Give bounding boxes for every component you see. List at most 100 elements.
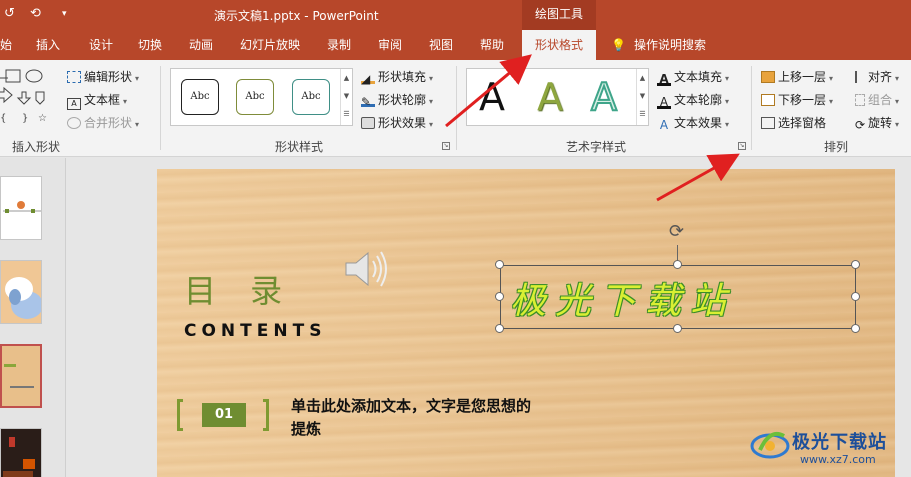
paint-bucket-icon: ◢ (361, 72, 375, 86)
title-bar: ↺ ⟲ ▾ 演示文稿1.pptx - PowerPoint 绘图工具 (0, 0, 911, 30)
tab-animations[interactable]: 动画 (189, 30, 213, 60)
text-effects-icon: A (659, 118, 669, 132)
slide-thumbnail-selected[interactable] (0, 344, 42, 408)
text-fill-button[interactable]: A 文本填充 ▾ (657, 68, 729, 86)
thumbnail-content (5, 277, 41, 319)
text-outline-button[interactable]: A 文本轮廓 ▾ (657, 91, 729, 109)
shape-fill-button[interactable]: ◢ 形状填充 ▾ (361, 68, 433, 86)
wordart-styles-group-label: 艺术字样式 (566, 140, 627, 154)
insert-shapes-group-label: 插入形状 (12, 140, 61, 154)
shape-effects-button[interactable]: 形状效果 ▾ (361, 114, 433, 131)
document-title: 演示文稿1.pptx - PowerPoint (214, 9, 379, 23)
align-button[interactable]: 对齐 ▾ (855, 68, 899, 85)
rotate-handle-icon[interactable]: ⟳ (669, 221, 684, 242)
tab-slideshow[interactable]: 幻灯片放映 (240, 30, 300, 60)
resize-handle[interactable] (495, 292, 504, 301)
resize-handle[interactable] (673, 324, 682, 333)
svg-text:{: { (0, 113, 6, 124)
svg-text:}: } (22, 113, 28, 124)
slide-thumbnail[interactable] (0, 428, 42, 477)
send-backward-button[interactable]: 下移一层 ▾ (761, 91, 833, 108)
wordart-styles-gallery[interactable]: A A A ▲ ▼ ☰ (466, 68, 649, 126)
gallery-scroll-icons[interactable]: ▲ ▼ ☰ (636, 69, 648, 125)
group-button[interactable]: 组合 ▾ (855, 91, 899, 108)
tell-me-label: 操作说明搜索 (633, 38, 706, 52)
wordart-style-sample[interactable]: A (590, 74, 618, 120)
tab-record[interactable]: 录制 (327, 30, 351, 60)
shape-styles-gallery[interactable]: Abc Abc Abc ▲ ▼ ☰ (170, 68, 353, 126)
start-from-beginning-icon[interactable]: ⟲ (30, 6, 41, 21)
tab-help[interactable]: 帮助 (480, 30, 504, 60)
ribbon-tabs: 始 插入 设计 切换 动画 幻灯片放映 录制 审阅 视图 帮助 形状格式 💡 操作… (0, 30, 911, 60)
undo-icon[interactable]: ↺ (4, 6, 15, 21)
shape-outline-button[interactable]: ✎ 形状轮廓 ▾ (361, 91, 433, 109)
tab-shape-format[interactable]: 形状格式 (522, 30, 596, 60)
watermark-url: www.xz7.com (800, 453, 876, 466)
resize-handle[interactable] (851, 260, 860, 269)
tab-home[interactable]: 始 (0, 30, 12, 60)
thumbnail-content (4, 364, 34, 388)
tab-insert[interactable]: 插入 (36, 30, 60, 60)
resize-handle[interactable] (495, 260, 504, 269)
speaker-icon[interactable] (342, 247, 390, 291)
watermark-logo-icon (750, 431, 790, 459)
slide-thumbnail[interactable] (0, 176, 42, 240)
ribbon: { } ☆ 编辑形状 ▾ A 文本框 ▾ 合并形状 ▾ 插入形状 Abc Abc Abc… (0, 60, 911, 157)
shape-effects-icon (361, 117, 375, 129)
slide-thumbnail[interactable] (0, 260, 42, 324)
merge-shapes-button[interactable]: 合并形状 ▾ (67, 114, 139, 131)
tab-design[interactable]: 设计 (89, 30, 113, 60)
align-icon (855, 71, 865, 83)
resize-handle[interactable] (851, 292, 860, 301)
wordart-style-sample[interactable]: A (537, 75, 563, 119)
text-effects-button[interactable]: A 文本效果 ▾ (657, 114, 729, 132)
left-bracket (177, 399, 183, 431)
bring-forward-button[interactable]: 上移一层 ▾ (761, 68, 833, 85)
text-outline-icon: A (657, 96, 671, 109)
resize-handle[interactable] (673, 260, 682, 269)
selection-pane-icon (761, 117, 775, 129)
shapes-gallery-icons: { } ☆ (0, 69, 47, 124)
customize-toolbar-icon[interactable]: ▾ (62, 9, 67, 19)
edit-shape-button[interactable]: 编辑形状 ▾ (67, 68, 139, 85)
watermark-name: 极光下载站 (792, 432, 887, 453)
tell-me-search[interactable]: 💡 操作说明搜索 (611, 30, 706, 60)
text-box-icon: A (67, 98, 81, 110)
shape-style-swatch[interactable]: Abc (236, 79, 274, 115)
shape-style-swatch[interactable]: Abc (181, 79, 219, 115)
shape-styles-launcher-icon[interactable]: ↘ (442, 142, 450, 150)
arrange-group-label: 排列 (824, 140, 849, 154)
wordart-text[interactable]: 极光下载站 (510, 272, 735, 324)
group-separator (751, 66, 752, 150)
pen-icon: ✎ (361, 95, 375, 109)
tab-view[interactable]: 视图 (429, 30, 453, 60)
item-number[interactable]: 01 (202, 403, 246, 427)
tab-transitions[interactable]: 切换 (138, 30, 162, 60)
rotate-button[interactable]: ⟳ 旋转 ▾ (855, 114, 899, 132)
rotate-icon: ⟳ (855, 118, 866, 132)
item-text-placeholder[interactable]: 单击此处添加文本，文字是您思想的提炼 (291, 395, 541, 441)
lightbulb-icon: 💡 (611, 38, 626, 52)
slide-title[interactable]: 目 录 (184, 266, 294, 312)
shape-styles-group-label: 形状样式 (275, 140, 324, 154)
tab-review[interactable]: 审阅 (378, 30, 402, 60)
text-fill-icon: A (657, 73, 671, 86)
shapes-gallery[interactable]: { } ☆ (0, 66, 60, 126)
bring-forward-icon (761, 71, 775, 83)
text-box-button[interactable]: A 文本框 ▾ (67, 91, 127, 110)
right-bracket (263, 399, 269, 431)
drawing-tools-context-label: 绘图工具 (522, 0, 596, 30)
selection-pane-button[interactable]: 选择窗格 (761, 114, 826, 131)
send-backward-icon (761, 94, 775, 106)
resize-handle[interactable] (851, 324, 860, 333)
thumbnail-content (3, 437, 35, 477)
shape-style-swatch[interactable]: Abc (292, 79, 330, 115)
group-separator (456, 66, 457, 150)
wordart-styles-launcher-icon[interactable]: ↘ (738, 142, 746, 150)
wordart-style-sample[interactable]: A (479, 75, 505, 119)
edit-shape-icon (67, 71, 81, 83)
group-separator (160, 66, 161, 150)
gallery-scroll-icons[interactable]: ▲ ▼ ☰ (340, 69, 352, 125)
slide-subtitle[interactable]: CONTENTS (184, 321, 326, 341)
resize-handle[interactable] (495, 324, 504, 333)
